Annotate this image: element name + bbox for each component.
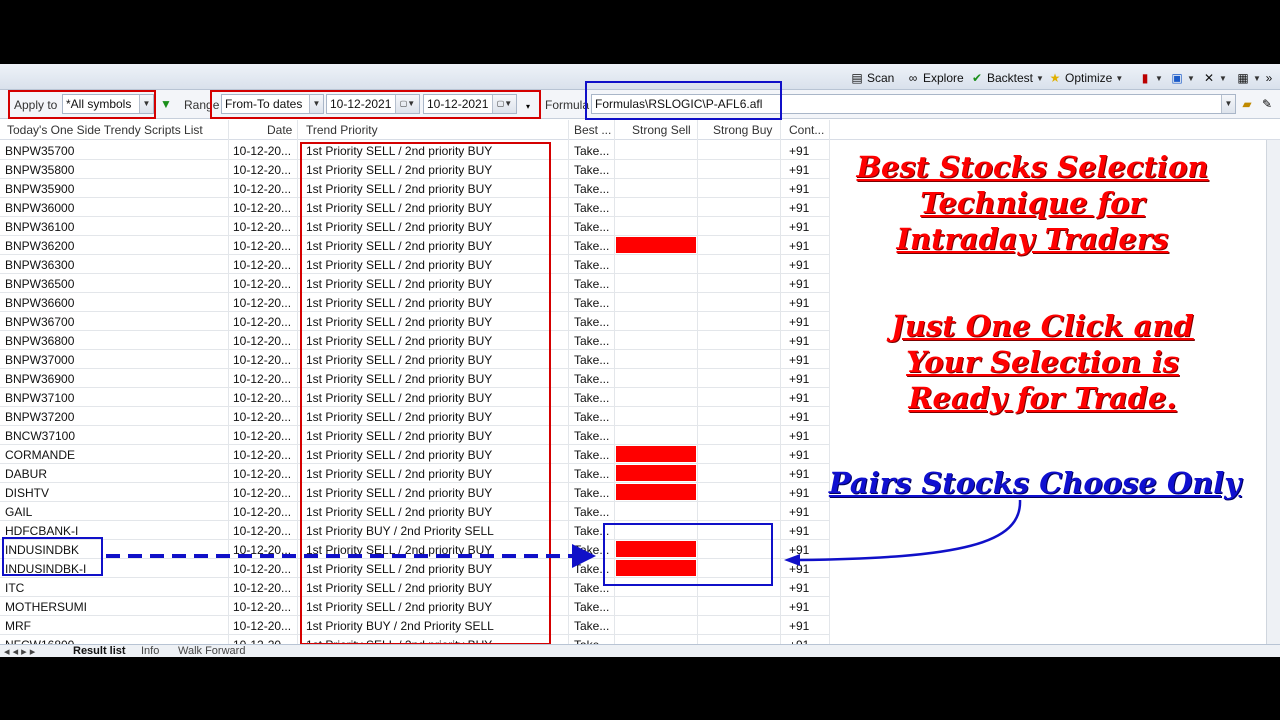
exploration-window: ▤ Scan ∞ Explore ✔ Backtest ▼ ★ Optimize… xyxy=(0,64,1280,657)
dashed-arrow xyxy=(106,544,596,568)
curved-arrow xyxy=(784,499,1022,566)
annotation-arrows xyxy=(106,499,1022,568)
